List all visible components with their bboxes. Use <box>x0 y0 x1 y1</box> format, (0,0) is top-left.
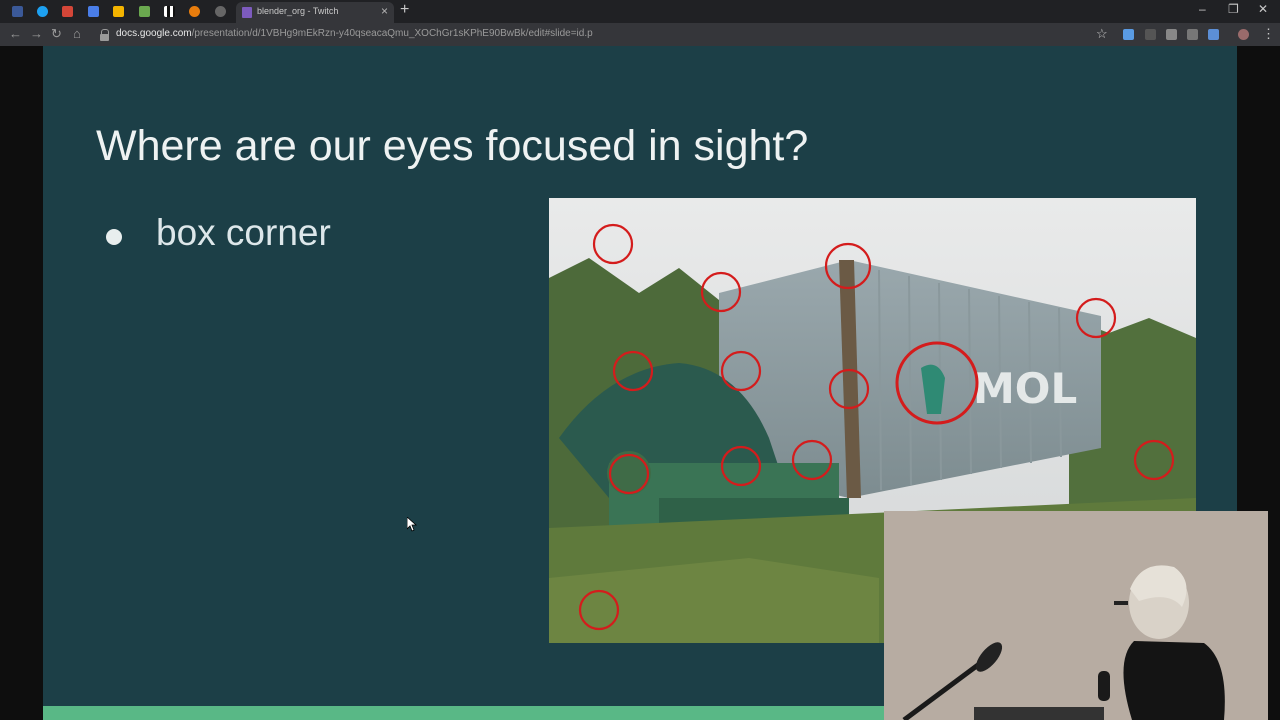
reload-icon[interactable]: ↻ <box>51 26 62 42</box>
close-window-icon[interactable]: ✕ <box>1258 2 1268 16</box>
url-host: docs.google.com <box>116 28 192 39</box>
profile-avatar[interactable] <box>1238 29 1249 40</box>
blender-icon[interactable] <box>186 3 203 20</box>
mouse-cursor-icon <box>407 517 417 532</box>
new-tab-button[interactable]: + <box>400 1 409 19</box>
chess-icon[interactable] <box>161 3 178 20</box>
url-path: /presentation/d/1VBHg9mEkRzn-y40qseacaQm… <box>191 28 593 39</box>
slide-title: Where are our eyes focused in sight? <box>96 122 809 170</box>
restore-icon[interactable]: ❐ <box>1228 2 1239 16</box>
speaker-webcam <box>884 511 1268 720</box>
browser-toolbar: ← → ↻ ⌂ docs.google.com/presentation/d/1… <box>0 23 1280 46</box>
address-bar[interactable]: docs.google.com/presentation/d/1VBHg9mEk… <box>92 25 1114 44</box>
minimize-icon[interactable]: – <box>1199 2 1206 16</box>
docs-icon[interactable] <box>85 3 102 20</box>
home-icon[interactable]: ⌂ <box>73 26 81 41</box>
generic-tab-icon[interactable] <box>212 3 229 20</box>
twitch-icon <box>242 7 252 18</box>
forward-icon[interactable]: → <box>30 26 43 41</box>
extension-icon[interactable] <box>1187 29 1198 40</box>
tab-active[interactable]: blender_org - Twitch × <box>236 2 394 23</box>
sheets-icon[interactable] <box>136 3 153 20</box>
tab-strip: blender_org - Twitch × + – ❐ ✕ <box>0 0 1280 23</box>
bullet-text: box corner <box>156 212 331 253</box>
bullet-icon <box>106 229 122 245</box>
menu-icon[interactable]: ⋮ <box>1262 26 1275 42</box>
extension-icon[interactable] <box>1166 29 1177 40</box>
facebook-icon[interactable] <box>9 3 26 20</box>
extension-icon[interactable] <box>1145 29 1156 40</box>
tab-title: blender_org - Twitch <box>257 6 339 16</box>
back-icon[interactable]: ← <box>9 26 22 41</box>
extension-icon[interactable] <box>1208 29 1219 40</box>
extension-icon[interactable] <box>1123 29 1134 40</box>
twitter-icon[interactable] <box>34 3 51 20</box>
close-tab-icon[interactable]: × <box>381 4 388 18</box>
slides-icon[interactable] <box>110 3 127 20</box>
star-icon[interactable]: ☆ <box>1096 26 1108 42</box>
container-logo-text: MOL <box>973 364 1077 413</box>
gmail-icon[interactable] <box>59 3 76 20</box>
